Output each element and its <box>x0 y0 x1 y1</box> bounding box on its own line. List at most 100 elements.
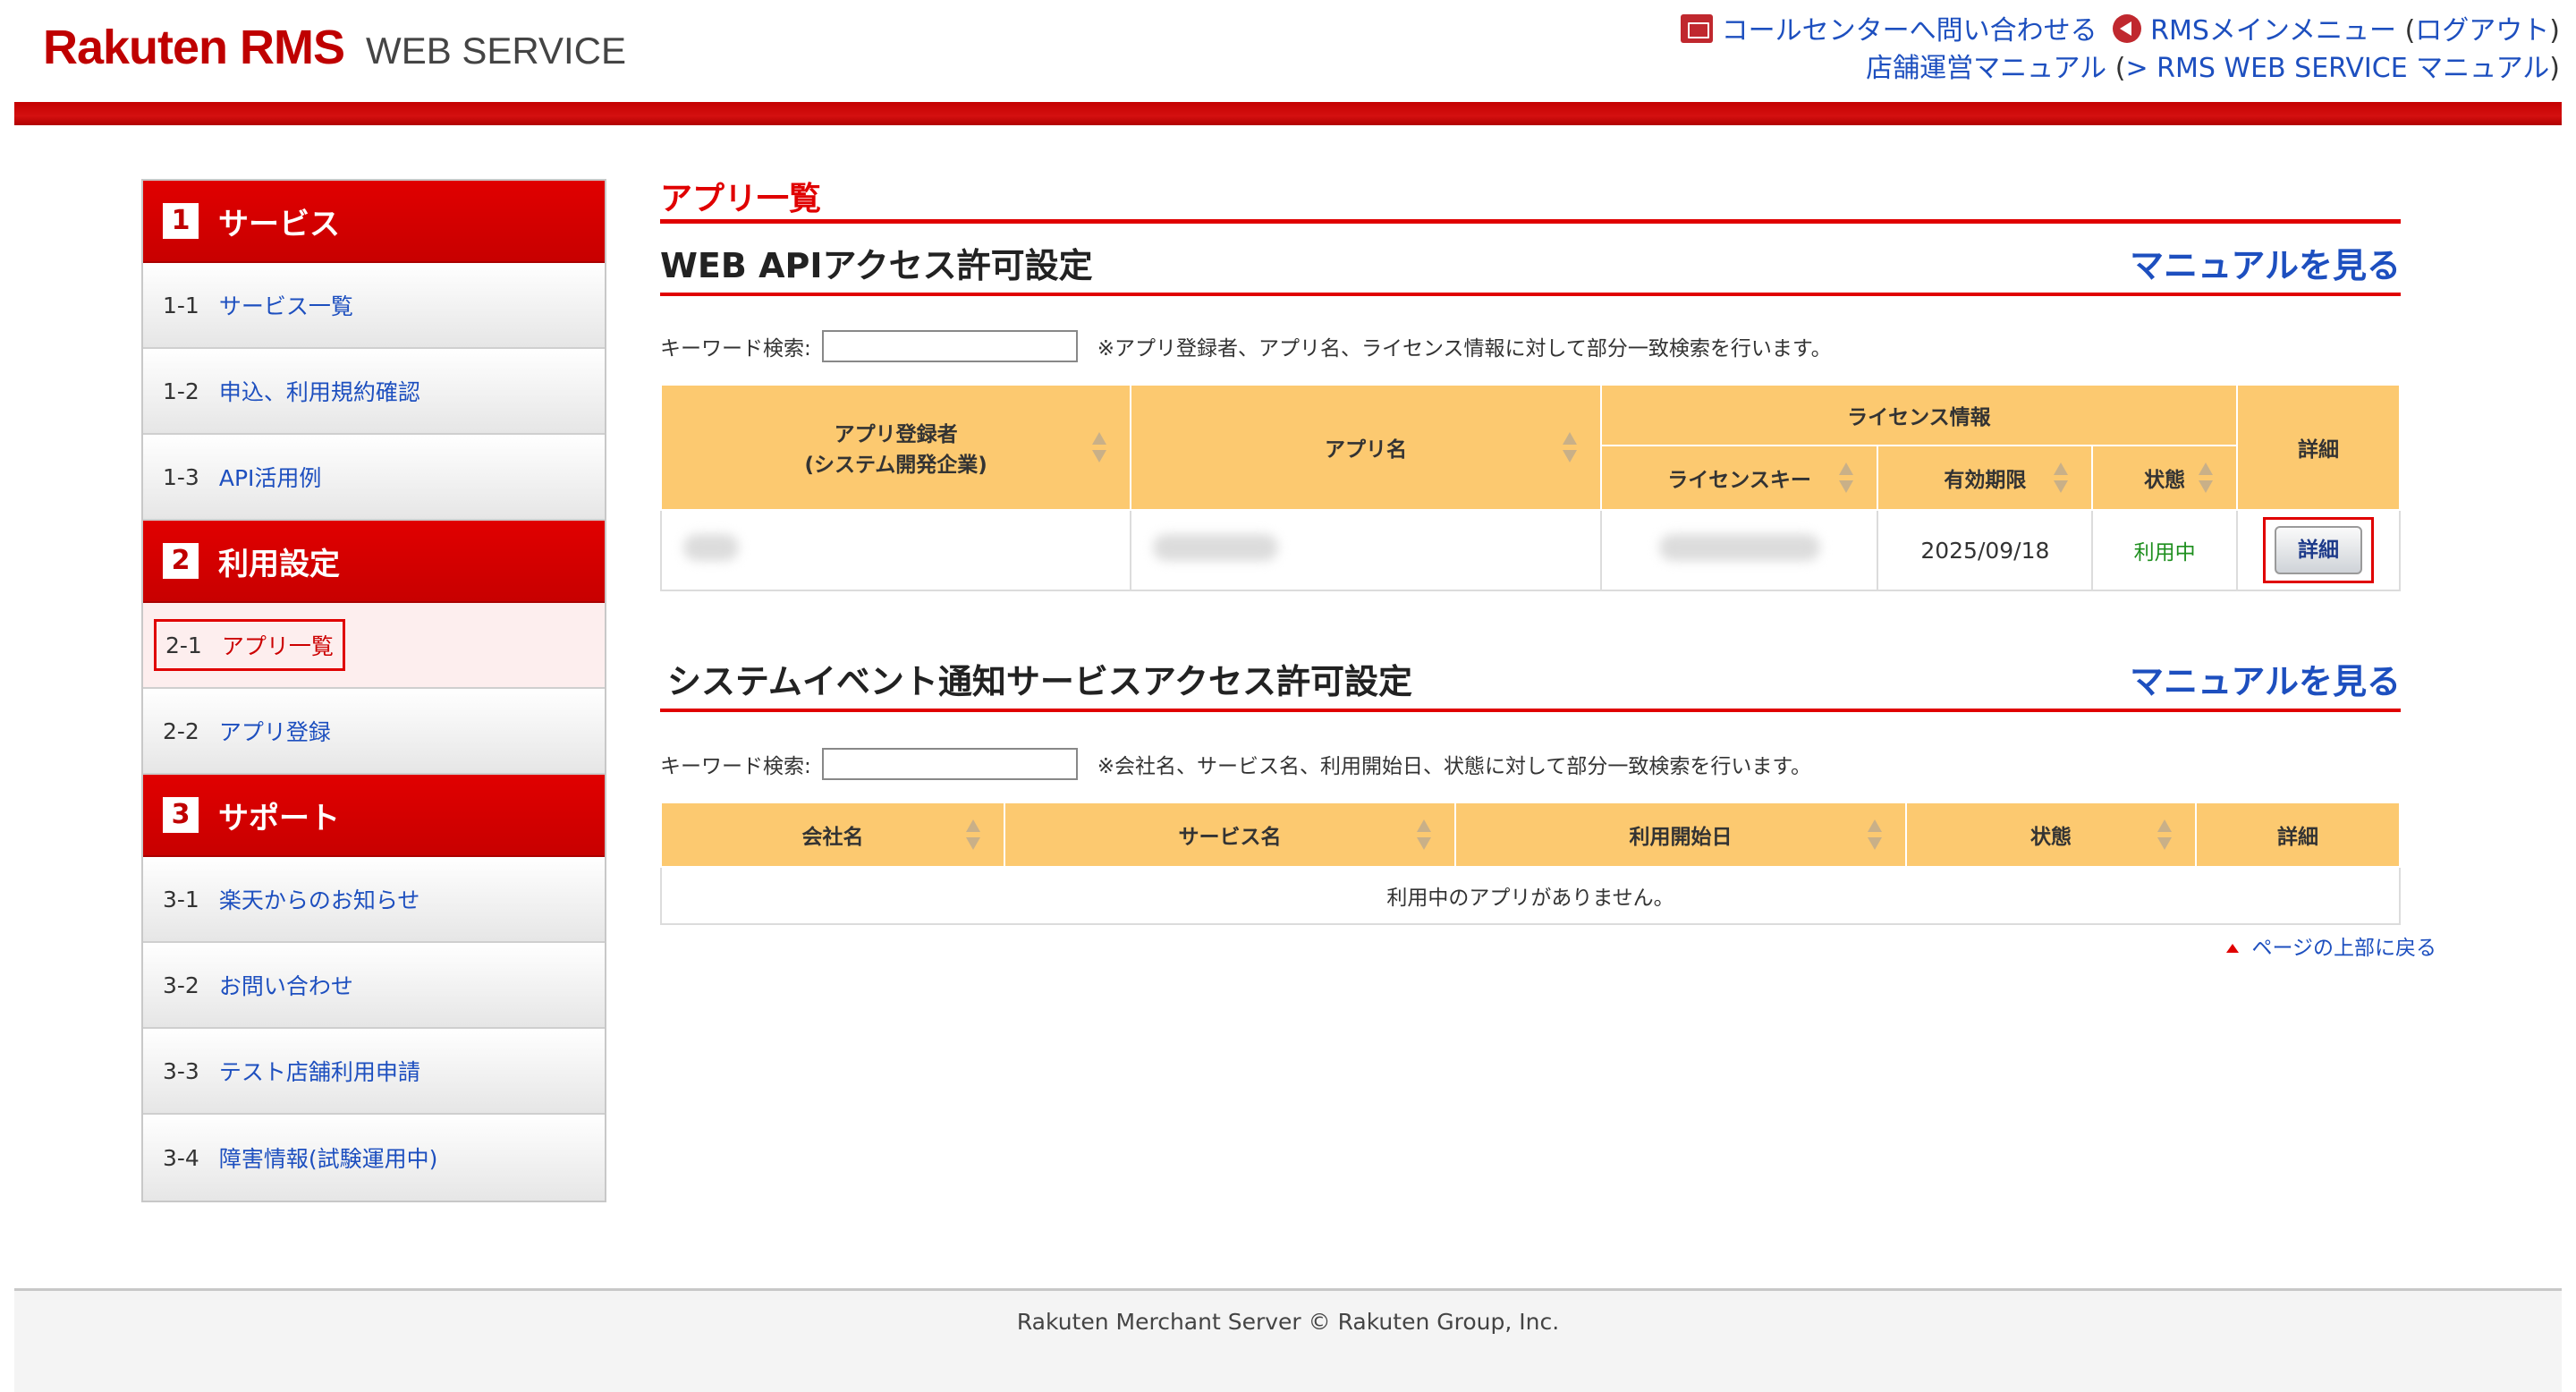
col-expiry[interactable]: 有効期限 <box>1877 445 2094 511</box>
page-title: アプリ一覧 <box>660 175 2401 224</box>
item-label[interactable]: サービス一覧 <box>219 289 353 321</box>
mail-icon <box>1680 14 1713 43</box>
sysevent-table: 会社名 サービス名 利用開始日 状態 詳細 利用中のアプリがありません。 <box>660 802 2401 925</box>
item-label[interactable]: テスト店舗利用申請 <box>219 1055 420 1087</box>
item-label[interactable]: 楽天からのお知らせ <box>219 883 420 915</box>
col-registrant-line1: アプリ登録者 <box>834 423 958 446</box>
sysevent-search-input[interactable] <box>821 748 1078 780</box>
sort-icon[interactable] <box>966 819 980 850</box>
col-company-label: 会社名 <box>801 826 864 849</box>
item-label[interactable]: 障害情報(試験運用中) <box>219 1142 438 1174</box>
sort-icon[interactable] <box>1417 819 1431 850</box>
sidebar-item-contact[interactable]: 3-2 お問い合わせ <box>143 943 605 1029</box>
sidebar-item-api-examples[interactable]: 1-3 API活用例 <box>143 435 605 521</box>
manual-link[interactable]: マニュアルを見る <box>2130 238 2401 287</box>
rms-main-menu-link[interactable]: RMSメインメニュー <box>2150 15 2396 47</box>
col-start-date[interactable]: 利用開始日 <box>1454 802 1907 868</box>
logout-link[interactable]: ログアウト <box>2415 15 2549 47</box>
webapi-table: アプリ登録者 (システム開発企業) アプリ名 ライセンス情報 詳細 ライセンスキ… <box>659 384 2401 591</box>
store-manual-link[interactable]: 店舗運営マニュアル <box>1866 53 2106 84</box>
item-id: 1-3 <box>163 463 199 490</box>
sort-icon[interactable] <box>1562 432 1577 463</box>
sidebar-section-settings: 2 利用設定 <box>143 521 605 603</box>
item-id: 3-3 <box>163 1057 199 1084</box>
item-id: 3-2 <box>163 972 199 998</box>
manual-link[interactable]: マニュアルを見る <box>2130 654 2401 703</box>
app-name-cell-redacted <box>1130 509 1602 591</box>
sidebar-item-service-list[interactable]: 1-1 サービス一覧 <box>143 263 605 349</box>
header-links: コールセンターへ問い合わせる RMSメインメニュー (ログアウト) 店舗運営マニ… <box>1680 13 2560 88</box>
col-app-name-label: アプリ名 <box>1324 438 1407 462</box>
col-app-name[interactable]: アプリ名 <box>1130 384 1602 511</box>
col-license-info: ライセンス情報 <box>1599 384 2239 446</box>
section-title: サービス <box>218 206 340 242</box>
col-status-label: 状態 <box>2030 826 2072 849</box>
main-content: アプリ一覧 WEB APIアクセス許可設定 マニュアルを見る キーワード検索: … <box>659 175 2436 966</box>
col-registrant[interactable]: アプリ登録者 (システム開発企業) <box>659 384 1132 511</box>
sidebar-item-app-register[interactable]: 2-2 アプリ登録 <box>143 689 605 775</box>
detail-button[interactable]: 詳細 <box>2275 526 2363 574</box>
sidebar-item-app-list[interactable]: 2-1 アプリ一覧 <box>143 603 605 689</box>
col-service-label: サービス名 <box>1178 826 1282 849</box>
sidebar-item-news[interactable]: 3-1 楽天からのお知らせ <box>143 857 605 943</box>
item-label[interactable]: アプリ一覧 <box>222 629 334 661</box>
status-cell: 利用中 <box>2091 509 2239 591</box>
header: Rakuten RMS WEB SERVICE コールセンターへ問い合わせる R… <box>0 0 2576 125</box>
col-expiry-label: 有効期限 <box>1944 469 2027 492</box>
sidebar: 1 サービス 1-1 サービス一覧 1-2 申込、利用規約確認 1-3 API活… <box>141 179 606 1202</box>
table-row: 2025/09/18 利用中 詳細 <box>659 509 2401 591</box>
section-title: WEB APIアクセス許可設定 <box>660 246 1093 285</box>
col-license-key[interactable]: ライセンスキー <box>1599 445 1879 511</box>
sort-icon[interactable] <box>1868 819 1882 850</box>
logo-sub-text: WEB SERVICE <box>366 30 627 72</box>
col-status[interactable]: 状態 <box>1905 802 2197 868</box>
item-label[interactable]: アプリ登録 <box>219 715 331 747</box>
sidebar-item-terms[interactable]: 1-2 申込、利用規約確認 <box>143 349 605 435</box>
item-id: 3-1 <box>163 886 199 912</box>
search-label: キーワード検索: <box>660 337 811 361</box>
item-label[interactable]: お問い合わせ <box>219 969 353 1001</box>
item-label[interactable]: API活用例 <box>219 461 322 493</box>
item-id: 3-4 <box>163 1144 199 1171</box>
detail-button-highlight: 詳細 <box>2263 517 2375 583</box>
sort-icon[interactable] <box>2199 463 2214 493</box>
empty-message: 利用中のアプリがありません。 <box>660 866 2401 925</box>
page-top-link[interactable]: ページの上部に戻る <box>2226 930 2436 961</box>
item-label[interactable]: 申込、利用規約確認 <box>219 375 420 407</box>
header-red-bar <box>14 102 2562 125</box>
item-id: 2-2 <box>163 717 199 744</box>
section-title: システムイベント通知サービスアクセス許可設定 <box>667 662 1412 701</box>
section-number: 1 <box>163 203 199 239</box>
col-company[interactable]: 会社名 <box>660 802 1005 868</box>
webapi-search-input[interactable] <box>821 330 1078 362</box>
ws-manual-link[interactable]: > RMS WEB SERVICE マニュアル <box>2125 53 2549 84</box>
sidebar-section-support: 3 サポート <box>143 775 605 857</box>
col-license-key-label: ライセンスキー <box>1667 469 1811 492</box>
col-start-date-label: 利用開始日 <box>1629 826 1733 849</box>
logout-paren-close: ) <box>2549 15 2560 47</box>
search-note: ※アプリ登録者、アプリ名、ライセンス情報に対して部分一致検索を行います。 <box>1097 337 1832 361</box>
logo[interactable]: Rakuten RMS WEB SERVICE <box>43 20 626 75</box>
col-service[interactable]: サービス名 <box>1004 802 1456 868</box>
redacted-text <box>683 534 739 561</box>
sidebar-item-test-store[interactable]: 3-3 テスト店舗利用申請 <box>143 1029 605 1115</box>
col-status-label: 状態 <box>2144 469 2186 492</box>
redacted-text <box>1153 534 1279 561</box>
sort-icon[interactable] <box>2157 819 2172 850</box>
sort-icon[interactable] <box>1839 463 1854 493</box>
sysevent-search-row: キーワード検索: ※会社名、サービス名、利用開始日、状態に対して部分一致検索を行… <box>660 748 2401 780</box>
ws-manual-paren-close: ) <box>2549 53 2560 84</box>
col-detail: 詳細 <box>2236 384 2401 511</box>
license-key-cell-redacted <box>1599 509 1879 591</box>
section-title: サポート <box>218 800 340 836</box>
sidebar-item-incident-info[interactable]: 3-4 障害情報(試験運用中) <box>143 1115 605 1201</box>
col-detail: 詳細 <box>2195 802 2401 868</box>
sort-icon[interactable] <box>2054 463 2069 493</box>
active-item-highlight[interactable]: 2-1 アプリ一覧 <box>154 619 345 671</box>
logout-paren-open: ( <box>2404 15 2416 47</box>
sidebar-section-service: 1 サービス <box>143 181 605 263</box>
sort-icon[interactable] <box>1092 432 1107 463</box>
col-status[interactable]: 状態 <box>2091 445 2239 511</box>
call-center-link[interactable]: コールセンターへ問い合わせる <box>1722 15 2097 47</box>
ws-manual-paren-open: ( <box>2114 53 2126 84</box>
